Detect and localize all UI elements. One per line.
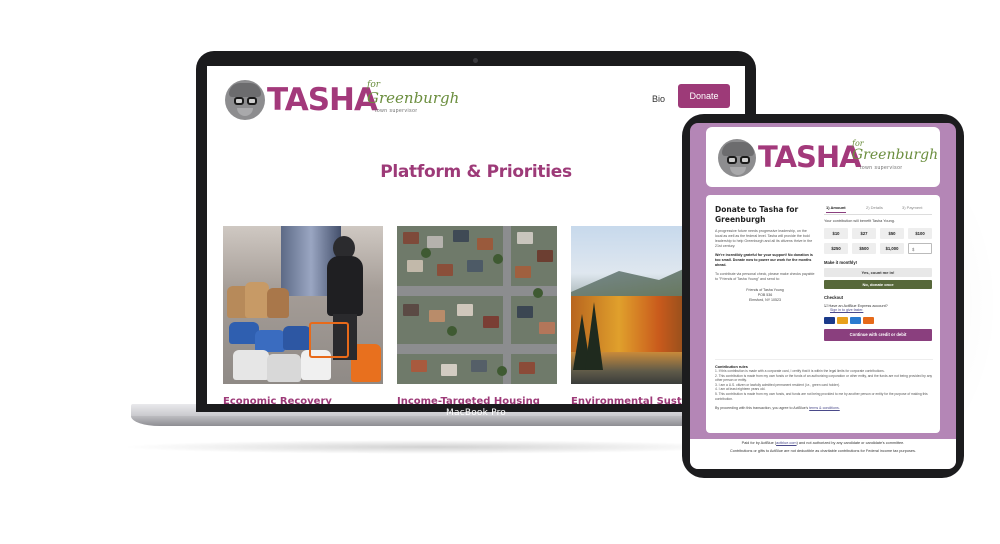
priority-card[interactable]: Income-Targeted Housing (397, 226, 557, 404)
donate-button[interactable]: Donate (678, 84, 730, 108)
form-intro: Donate to Tasha for Greenburgh A progres… (715, 205, 815, 303)
tablet-logo-card: TASHA for Greenburgh town supervisor (706, 127, 940, 187)
logo-name: TASHA (758, 140, 862, 174)
site-logo[interactable]: TASHA for Greenburgh town supervisor (225, 78, 459, 124)
volunteer-photo (223, 226, 383, 384)
continue-button[interactable]: Continue with credit or debit (824, 329, 932, 341)
site-header: TASHA for Greenburgh town supervisor Bio… (207, 66, 745, 136)
tablet-footer: Paid for by ActBlue (actblue.com) and no… (690, 439, 956, 469)
logo-name: TASHA (267, 82, 378, 118)
address-line: Elmsford, NY 10523 (748, 298, 782, 302)
grateful-text: We're incredibly grateful for your suppo… (715, 253, 813, 267)
amount-button[interactable]: $500 (852, 243, 876, 254)
aerial-houses-photo (397, 226, 557, 384)
mailing-address: Friends of Tasha Young POB 536 Elmsford,… (715, 288, 815, 303)
amount-button[interactable]: $10 (824, 228, 848, 239)
face-icon (225, 80, 265, 120)
other-amount-input[interactable]: $ (908, 243, 932, 254)
amex-icon (850, 317, 861, 324)
footer-text: Paid for by ActBlue ( (741, 441, 777, 445)
step-tabs: 1) Amount 2) Details 3) Payment (824, 205, 932, 215)
donation-form: Donate to Tasha for Greenburgh A progres… (706, 195, 940, 433)
laptop-shadow (120, 440, 740, 454)
nav-bio-link[interactable]: Bio (652, 94, 665, 104)
logo-place: Greenburgh (852, 147, 939, 163)
tablet-screen: TASHA for Greenburgh town supervisor Don… (690, 123, 956, 469)
footer-line-1: Paid for by ActBlue (actblue.com) and no… (690, 439, 956, 447)
form-heading: Donate to Tasha for Greenburgh (715, 205, 799, 224)
amount-button[interactable]: $250 (824, 243, 848, 254)
discover-icon (863, 317, 874, 324)
tab-payment[interactable]: 3) Payment (902, 205, 922, 210)
visa-icon (824, 317, 835, 324)
logo-subtitle: town supervisor (860, 165, 903, 171)
monthly-yes-button[interactable]: Yes, count me in! (824, 268, 932, 277)
laptop-label: MacBook Pro (446, 408, 506, 418)
monthly-label: Make it monthly! (824, 260, 858, 265)
page-title: Platform & Priorities (380, 162, 572, 182)
laptop-screen: TASHA for Greenburgh town supervisor Bio… (207, 66, 745, 404)
mastercard-icon (837, 317, 848, 324)
face-icon (718, 139, 756, 177)
amount-button[interactable]: $1,000 (880, 243, 904, 254)
intro-text: A progressive future needs progressive l… (715, 229, 813, 248)
card-brands (824, 317, 932, 325)
amount-grid: $10 $27 $50 $100 $250 $500 $1,000 $ (824, 228, 932, 254)
checkout-label: Checkout (824, 295, 844, 300)
benefit-text: Your contribution will benefit Tasha You… (824, 219, 895, 223)
amount-button[interactable]: $100 (908, 228, 932, 239)
tab-amount[interactable]: 1) Amount (826, 205, 846, 213)
amount-button[interactable]: $27 (852, 228, 876, 239)
terms-agreement: By proceeding with this transaction, you… (715, 406, 933, 410)
signin-link[interactable]: Sign in to give faster. (830, 308, 932, 312)
priority-card[interactable]: Economic Recovery (223, 226, 383, 404)
logo-place: Greenburgh (367, 89, 460, 107)
camera-icon (473, 58, 478, 63)
footer-line-2: Contributions or gifts to ActBlue are no… (730, 449, 916, 453)
actblue-link[interactable]: actblue.com (776, 441, 796, 445)
agree-text: By proceeding with this transaction, you… (715, 406, 809, 411)
rule-item: 2. This contribution is made from my own… (715, 373, 933, 383)
donate-once-button[interactable]: No, donate once (824, 280, 932, 289)
footer-text: ) and not authorized by any candidate or… (796, 441, 905, 445)
terms-link[interactable]: terms & conditions. (809, 406, 840, 410)
logo-subtitle: town supervisor (375, 108, 418, 114)
contribution-rules: Contribution rules 1. If this contributi… (715, 359, 933, 410)
rule-item: 5. This contribution is made from my own… (715, 391, 928, 401)
tablet-logo[interactable]: TASHA for Greenburgh town supervisor (718, 137, 938, 179)
amount-section: 1) Amount 2) Details 3) Payment Your con… (824, 205, 932, 341)
check-note: To contribute via personal check, please… (715, 272, 815, 281)
amount-button[interactable]: $50 (880, 228, 904, 239)
tab-details[interactable]: 2) Details (866, 205, 883, 210)
